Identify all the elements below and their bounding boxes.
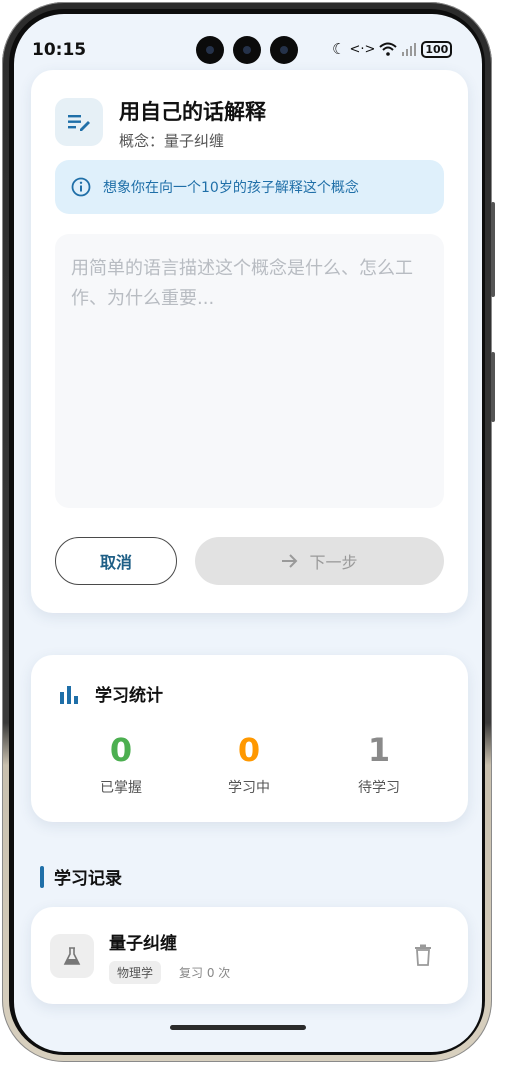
bar-chart-icon [60,686,78,704]
concept-label: 概念： [119,132,165,150]
section-title: 学习记录 [54,869,122,889]
signal-icon [402,43,417,56]
concept-line: 概念：量子纠缠 [119,130,224,151]
stat-value: 0 [237,731,261,769]
battery-icon: 100 [421,40,453,58]
records-section-header: 学习记录 [40,864,122,889]
status-icons: ☾ <·> 100 [332,40,453,58]
card-title: 用自己的话解释 [119,100,266,124]
phone-frame: 10:15 ☾ <·> 100 用自己的话解释 概念：量子纠缠 想象你在向一个1… [2,2,495,1062]
volume-button [491,202,495,297]
hint-text: 想象你在向一个10岁的孩子解释这个概念 [103,180,359,196]
cancel-button[interactable]: 取消 [55,537,177,585]
status-bar: 10:15 ☾ <·> 100 [14,14,482,64]
home-indicator[interactable] [170,1025,306,1030]
record-item[interactable]: 量子纠缠 物理学 复习 0 次 [31,907,468,1004]
power-button [491,352,495,422]
info-icon [71,177,91,197]
record-tag: 物理学 [109,961,162,984]
next-button[interactable]: 下一步 [195,537,444,585]
camera-icon [196,36,224,64]
stat-value: 0 [109,731,133,769]
camera-icon [270,36,298,64]
stat-label: 已掌握 [100,780,142,796]
flask-icon [50,934,94,978]
stat-value: 1 [367,731,391,769]
concept-value: 量子纠缠 [164,132,225,150]
link-icon: <·> [349,41,376,57]
explain-card: 用自己的话解释 概念：量子纠缠 想象你在向一个10岁的孩子解释这个概念 用简单的… [31,70,468,613]
stats-card: 学习统计 0 已掌握 0 学习中 1 待学习 [31,655,468,822]
stat-learning: 0 学习中 [189,731,309,797]
explanation-input[interactable]: 用简单的语言描述这个概念是什么、怎么工作、为什么重要... [55,234,444,508]
record-meta: 复习 0 次 [179,966,231,980]
status-time: 10:15 [32,40,87,60]
stat-label: 学习中 [228,780,270,796]
next-label: 下一步 [309,553,358,572]
trash-icon[interactable] [414,944,432,966]
stat-label: 待学习 [358,780,400,796]
wifi-icon [379,42,398,56]
stat-pending: 1 待学习 [319,731,439,797]
moon-icon: ☾ [332,40,346,58]
stat-mastered: 0 已掌握 [61,731,181,797]
edit-note-icon [55,98,103,146]
record-title: 量子纠缠 [109,934,177,954]
arrow-right-icon [282,554,298,568]
camera-icon [233,36,261,64]
hint-box: 想象你在向一个10岁的孩子解释这个概念 [55,160,444,214]
stats-title: 学习统计 [95,686,163,706]
section-accent-bar [40,865,44,888]
input-placeholder: 用简单的语言描述这个概念是什么、怎么工作、为什么重要... [71,258,413,309]
screen: 10:15 ☾ <·> 100 用自己的话解释 概念：量子纠缠 想象你在向一个1… [14,14,482,1052]
